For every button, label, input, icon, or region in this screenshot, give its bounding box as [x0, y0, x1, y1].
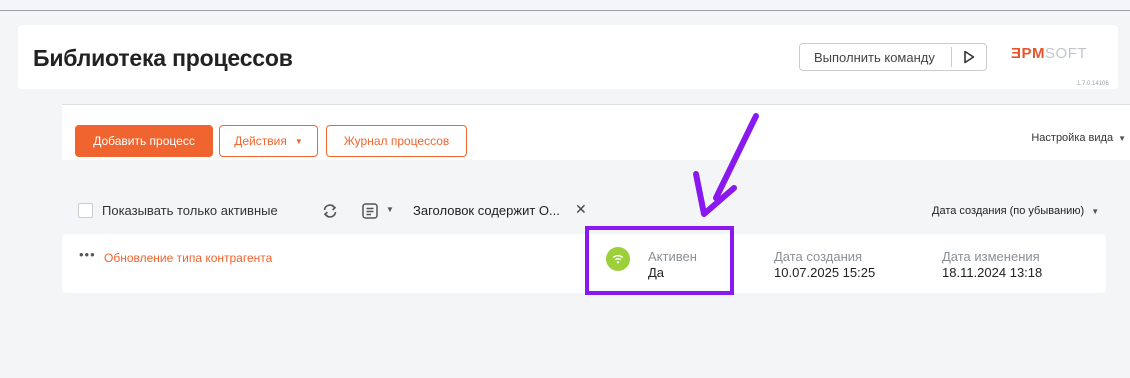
add-process-button[interactable]: Добавить процесс	[75, 125, 213, 157]
annotation-highlight-box	[585, 226, 734, 295]
created-date-label: Дата создания	[774, 249, 863, 264]
toolbar-panel: Добавить процесс Действия ▼ Журнал проце…	[62, 104, 1130, 160]
more-options-icon[interactable]: •••	[79, 247, 96, 262]
play-triangle-icon	[964, 50, 975, 64]
annotation-arrow	[693, 113, 759, 217]
version-label: 1.7.0.14106	[1077, 81, 1109, 87]
filter-list-icon[interactable]	[360, 201, 380, 221]
brand-logo: ƎPM SOFT	[1011, 45, 1106, 62]
active-filter-tag: Заголовок содержит О...	[413, 203, 560, 218]
process-name-link[interactable]: Обновление типа контрагента	[104, 251, 272, 265]
command-input-label[interactable]: Выполнить команду	[800, 50, 951, 65]
chevron-down-icon: ▼	[294, 136, 303, 146]
page-title: Библиотека процессов	[33, 45, 293, 71]
modified-date-value: 18.11.2024 13:18	[942, 265, 1043, 280]
actions-button-label: Действия	[234, 134, 287, 148]
brand-logo-part1: ƎPM	[1011, 45, 1046, 62]
active-only-checkbox[interactable]	[78, 203, 93, 218]
view-settings-label: Настройка вида	[1031, 132, 1114, 144]
process-row[interactable]: ••• Обновление типа контрагента Активен …	[62, 234, 1106, 293]
page-header: Библиотека процессов Выполнить команду Ǝ…	[18, 25, 1118, 89]
filter-bar: Показывать только активные ▼ Заголовок с…	[62, 196, 1102, 226]
chevron-down-icon[interactable]: ▼	[386, 205, 394, 214]
process-log-button[interactable]: Журнал процессов	[326, 125, 467, 157]
view-settings-dropdown[interactable]: Настройка вида ▼	[1031, 132, 1126, 144]
created-date-value: 10.07.2025 15:25	[774, 265, 876, 280]
refresh-icon[interactable]	[320, 201, 340, 221]
modified-date-label: Дата изменения	[942, 249, 1040, 264]
chevron-down-icon: ▼	[1118, 134, 1126, 143]
sort-dropdown[interactable]: Дата создания (по убыванию) ▼	[932, 205, 1099, 217]
command-input[interactable]: Выполнить команду	[799, 43, 987, 71]
brand-logo-part2: SOFT	[1045, 45, 1088, 62]
close-icon[interactable]: ✕	[575, 201, 587, 218]
run-command-button[interactable]	[952, 44, 986, 70]
top-divider	[0, 10, 1130, 11]
chevron-down-icon: ▼	[1091, 207, 1100, 216]
active-only-label[interactable]: Показывать только активные	[102, 203, 278, 218]
actions-button[interactable]: Действия ▼	[219, 125, 318, 157]
sort-label: Дата создания (по убыванию)	[932, 205, 1085, 217]
